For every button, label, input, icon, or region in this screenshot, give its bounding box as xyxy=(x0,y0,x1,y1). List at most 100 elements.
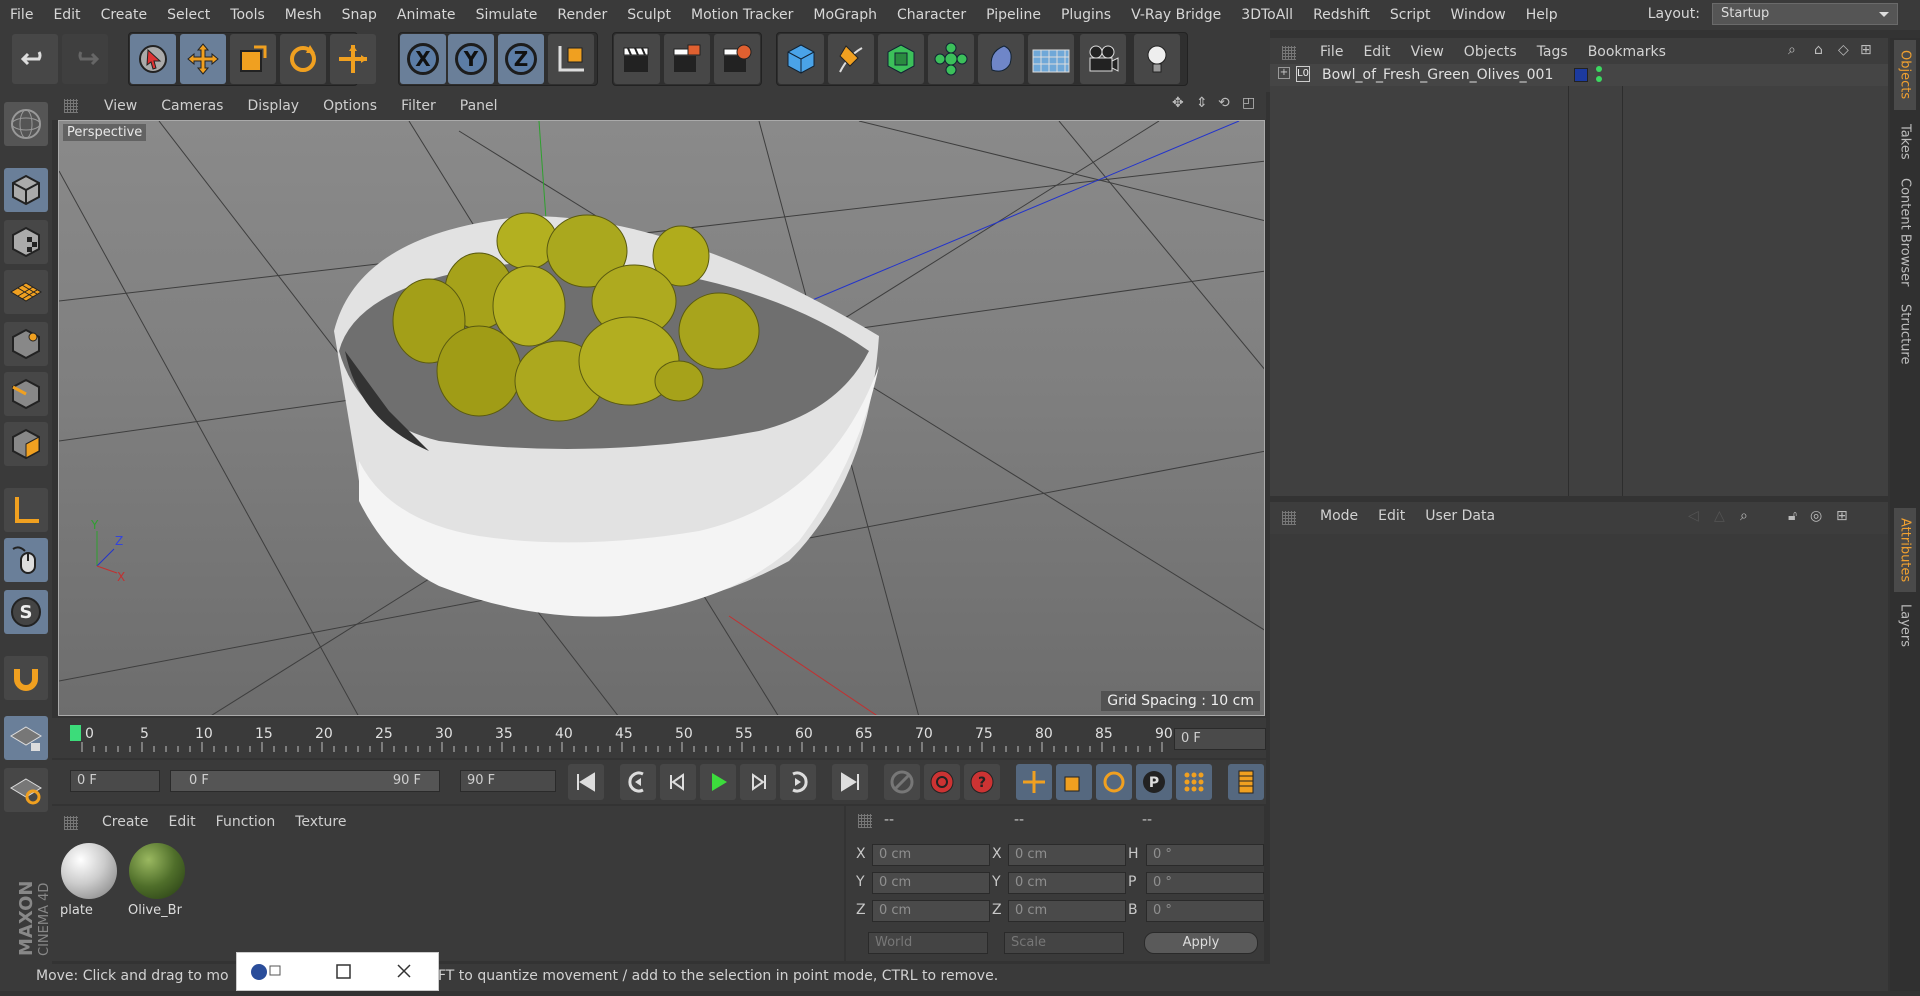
coord-grip-icon[interactable] xyxy=(858,814,872,828)
viewport-grip-icon[interactable] xyxy=(64,99,78,113)
add-light-button[interactable] xyxy=(1134,34,1180,84)
apply-button[interactable]: Apply xyxy=(1144,932,1258,954)
record-active-button[interactable] xyxy=(884,764,920,800)
transform-tool[interactable] xyxy=(330,34,376,84)
menu-tools[interactable]: Tools xyxy=(220,7,275,23)
points-mode-button[interactable] xyxy=(4,322,48,366)
key-rotation-button[interactable] xyxy=(1096,764,1132,800)
om-menu-view[interactable]: View xyxy=(1401,44,1454,60)
menu-file[interactable]: File xyxy=(0,7,43,23)
viewport-menu-filter[interactable]: Filter xyxy=(389,98,448,114)
layer-color-icon[interactable] xyxy=(1574,68,1588,82)
size-y-field[interactable]: 0 cm xyxy=(1008,872,1126,894)
am-search-icon[interactable]: ⌕ xyxy=(1740,508,1748,524)
planar-workplane-button[interactable] xyxy=(4,768,48,812)
menu-3dtoall[interactable]: 3DToAll xyxy=(1231,7,1303,23)
material-menu-create[interactable]: Create xyxy=(92,814,159,830)
key-parameter-button[interactable]: P xyxy=(1136,764,1172,800)
goto-start-button[interactable] xyxy=(568,764,604,800)
current-frame-field[interactable]: 0 F xyxy=(1174,728,1266,750)
om-menu-objects[interactable]: Objects xyxy=(1454,44,1527,60)
layout-dropdown[interactable]: Startup xyxy=(1712,3,1898,25)
pos-z-field[interactable]: 0 cm xyxy=(872,900,990,922)
end-frame-field[interactable]: 90 F xyxy=(460,770,556,792)
viewport-menu-panel[interactable]: Panel xyxy=(448,98,510,114)
prev-frame-button[interactable] xyxy=(660,764,696,800)
size-mode-dropdown[interactable]: Scale xyxy=(1004,932,1124,954)
menu-mesh[interactable]: Mesh xyxy=(275,7,332,23)
tab-takes[interactable]: Takes xyxy=(1894,116,1916,168)
polygons-mode-button[interactable] xyxy=(4,422,48,466)
material-menu-function[interactable]: Function xyxy=(206,814,286,830)
edges-mode-button[interactable] xyxy=(4,372,48,416)
om-menu-file[interactable]: File xyxy=(1310,44,1353,60)
object-row[interactable]: + L0 Bowl_of_Fresh_Green_Olives_001 xyxy=(1270,64,1888,86)
material-menu-texture[interactable]: Texture xyxy=(285,814,356,830)
render-visibility-dot[interactable] xyxy=(1596,76,1602,82)
attribute-grip-icon[interactable] xyxy=(1282,511,1296,525)
timeline-ruler[interactable]: 0 5 10 15 20 25 30 35 40 45 50 55 60 65 … xyxy=(52,718,1266,758)
add-deformer-button[interactable] xyxy=(978,34,1024,84)
autokey-button[interactable] xyxy=(924,764,960,800)
texture-mode-button[interactable] xyxy=(4,220,48,264)
menu-render[interactable]: Render xyxy=(547,7,617,23)
menu-create[interactable]: Create xyxy=(91,7,158,23)
rotate-tool[interactable] xyxy=(280,34,326,84)
menu-plugins[interactable]: Plugins xyxy=(1051,7,1121,23)
add-camera-button[interactable] xyxy=(1080,34,1126,84)
add-cube-button[interactable] xyxy=(778,34,824,84)
x-axis-lock[interactable]: X xyxy=(400,34,446,84)
add-floor-button[interactable] xyxy=(1028,34,1074,84)
undo-button[interactable] xyxy=(12,34,58,84)
viewport-menu-options[interactable]: Options xyxy=(311,98,389,114)
scale-tool[interactable] xyxy=(230,34,276,84)
menu-script[interactable]: Script xyxy=(1380,7,1441,23)
menu-character[interactable]: Character xyxy=(887,7,976,23)
render-view-button[interactable] xyxy=(614,34,660,84)
pos-x-field[interactable]: 0 cm xyxy=(872,844,990,866)
menu-sculpt[interactable]: Sculpt xyxy=(617,7,681,23)
am-target-icon[interactable]: ◎ xyxy=(1810,508,1822,524)
om-menu-edit[interactable]: Edit xyxy=(1353,44,1400,60)
lock-workplane-button[interactable] xyxy=(4,716,48,760)
editor-visibility-dot[interactable] xyxy=(1596,66,1602,72)
material-menu-edit[interactable]: Edit xyxy=(159,814,206,830)
material-swatch[interactable]: Olive_Br xyxy=(126,840,188,924)
menu-window[interactable]: Window xyxy=(1441,7,1516,23)
viewport-zoom-icon[interactable]: ⇕ xyxy=(1196,95,1208,111)
menu-mograph[interactable]: MoGraph xyxy=(803,7,887,23)
workplane-mode-button[interactable] xyxy=(4,270,48,314)
menu-help[interactable]: Help xyxy=(1516,7,1568,23)
redo-button[interactable] xyxy=(62,34,108,84)
key-pla-button[interactable] xyxy=(1176,764,1212,800)
tab-attributes[interactable]: Attributes xyxy=(1894,508,1916,592)
om-home-icon[interactable]: ⌂ xyxy=(1814,42,1823,58)
move-tool[interactable] xyxy=(180,34,226,84)
perspective-viewport[interactable]: Y Z X Perspective Grid Spacing : 10 cm xyxy=(58,120,1265,716)
live-selection-tool[interactable] xyxy=(130,34,176,84)
keyframe-selection-button[interactable]: ? xyxy=(964,764,1000,800)
menu-edit[interactable]: Edit xyxy=(43,7,90,23)
am-lock-icon[interactable]: 🔓︎ xyxy=(1788,508,1797,524)
object-mode-button[interactable] xyxy=(4,168,48,212)
expand-icon[interactable]: + xyxy=(1278,67,1290,79)
om-menu-bookmarks[interactable]: Bookmarks xyxy=(1578,44,1676,60)
am-back-arrow-icon[interactable]: ◁ xyxy=(1688,508,1699,524)
goto-end-button[interactable] xyxy=(832,764,868,800)
next-frame-button[interactable] xyxy=(740,764,776,800)
key-position-button[interactable] xyxy=(1016,764,1052,800)
play-button[interactable] xyxy=(700,764,736,800)
tab-structure[interactable]: Structure xyxy=(1894,296,1916,372)
menu-pipeline[interactable]: Pipeline xyxy=(976,7,1051,23)
taskbar-preview-popup[interactable] xyxy=(236,952,439,991)
rot-p-field[interactable]: 0 ° xyxy=(1146,872,1264,894)
menu-snap[interactable]: Snap xyxy=(332,7,387,23)
rot-h-field[interactable]: 0 ° xyxy=(1146,844,1264,866)
add-subdivision-button[interactable] xyxy=(878,34,924,84)
am-menu-mode[interactable]: Mode xyxy=(1310,508,1368,524)
add-spline-pen-button[interactable] xyxy=(828,34,874,84)
size-z-field[interactable]: 0 cm xyxy=(1008,900,1126,922)
coordinate-space-dropdown[interactable]: World xyxy=(868,932,988,954)
menu-vray-bridge[interactable]: V-Ray Bridge xyxy=(1121,7,1231,23)
viewport-rotate-icon[interactable]: ⟲ xyxy=(1218,95,1230,111)
